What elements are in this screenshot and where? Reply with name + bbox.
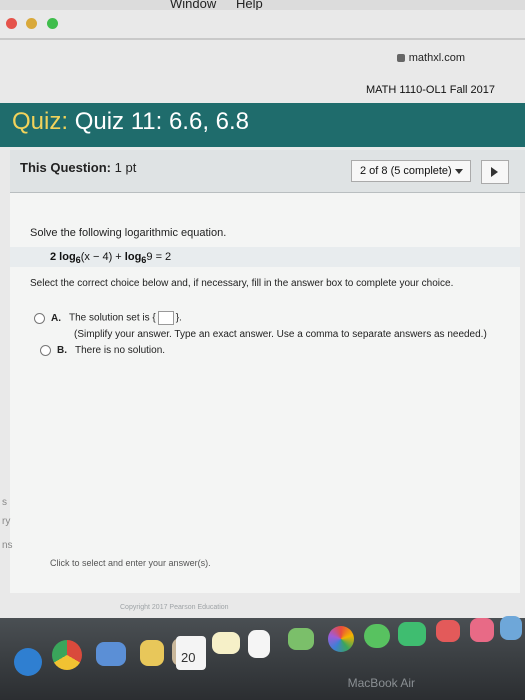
choice-b-letter: B. — [57, 345, 67, 357]
chrome-icon[interactable] — [52, 640, 82, 670]
eq-part-d: 9 = 2 — [146, 251, 172, 263]
next-question-button[interactable] — [481, 160, 509, 184]
side-label-2: ry — [2, 516, 11, 527]
side-label-1: s — [2, 497, 7, 508]
pager-text: 2 of 8 (5 complete) — [360, 165, 452, 177]
browser-toolbar — [0, 38, 525, 40]
address-bar[interactable]: mathxl.com — [396, 52, 465, 64]
eq-part-b: (x − 4) + — [80, 251, 122, 263]
reminders-icon[interactable] — [212, 632, 240, 654]
question-content: Solve the following logarithmic equation… — [10, 193, 520, 593]
quiz-title: Quiz: Quiz 11: 6.6, 6.8 — [12, 108, 249, 136]
choice-b[interactable]: B. There is no solution. — [40, 345, 165, 356]
window-controls — [6, 16, 63, 34]
answer-hint: Click to select and enter your answer(s)… — [50, 558, 211, 568]
photos-icon[interactable] — [328, 626, 354, 652]
dock: 20 — [0, 616, 525, 700]
choice-a-text: The solution set is { — [69, 312, 156, 324]
music-icon[interactable] — [500, 616, 522, 640]
minimize-window-button[interactable] — [26, 18, 38, 29]
quiz-name: Quiz 11: 6.6, 6.8 — [74, 108, 250, 135]
safari-icon[interactable] — [14, 648, 42, 676]
chevron-down-icon — [454, 168, 463, 174]
device-label: MacBook Air — [347, 676, 415, 690]
course-name: MATH 1110-OL1 Fall 2017 — [365, 84, 495, 96]
choice-a-text-end: }. — [175, 312, 182, 324]
choice-b-radio[interactable] — [40, 345, 51, 356]
itunes-icon[interactable] — [470, 618, 494, 642]
side-label-3: ns — [2, 540, 13, 551]
choice-a[interactable]: A. The solution set is {}. — [34, 311, 182, 325]
choice-b-text: There is no solution. — [75, 345, 166, 357]
choice-a-radio[interactable] — [34, 312, 45, 324]
app-store-icon[interactable] — [436, 620, 460, 642]
solution-answer-box[interactable] — [157, 311, 174, 325]
maps-icon[interactable] — [288, 628, 314, 650]
url-text: mathxl.com — [408, 52, 465, 64]
question-prompt: Solve the following logarithmic equation… — [30, 227, 227, 239]
calendar-day: 20 — [181, 650, 196, 665]
choice-a-letter: A. — [51, 312, 61, 324]
quiz-prefix: Quiz: — [12, 108, 69, 135]
instruction-text: Select the correct choice below and, if … — [30, 278, 454, 289]
zoom-window-button[interactable] — [46, 18, 58, 29]
copyright-text: Copyright 2017 Pearson Education — [120, 604, 229, 611]
choice-a-note: (Simplify your answer. Type an exact ans… — [74, 329, 487, 340]
eq-part-a: 2 log — [50, 251, 76, 263]
facetime-icon[interactable] — [398, 622, 426, 646]
question-label: This Question: — [20, 160, 111, 175]
points-value: 1 pt — [114, 160, 137, 175]
calendar-icon[interactable]: 20 — [176, 636, 206, 670]
eq-part-c: log — [121, 251, 142, 263]
question-bar: This Question: 1 pt 2 of 8 (5 complete) — [10, 150, 525, 193]
notes-icon[interactable] — [140, 640, 164, 666]
question-pager-dropdown[interactable]: 2 of 8 (5 complete) — [351, 160, 471, 182]
messages-icon[interactable] — [364, 624, 390, 648]
question-points: This Question: 1 pt — [20, 160, 136, 175]
close-window-button[interactable] — [6, 18, 17, 29]
mail-icon[interactable] — [96, 642, 126, 666]
lock-icon — [396, 54, 405, 63]
equation: 2 log6(x − 4) + log69 = 2 — [50, 251, 171, 265]
question-navigation: 2 of 8 (5 complete) — [319, 160, 509, 184]
notepad-icon[interactable] — [248, 630, 270, 658]
